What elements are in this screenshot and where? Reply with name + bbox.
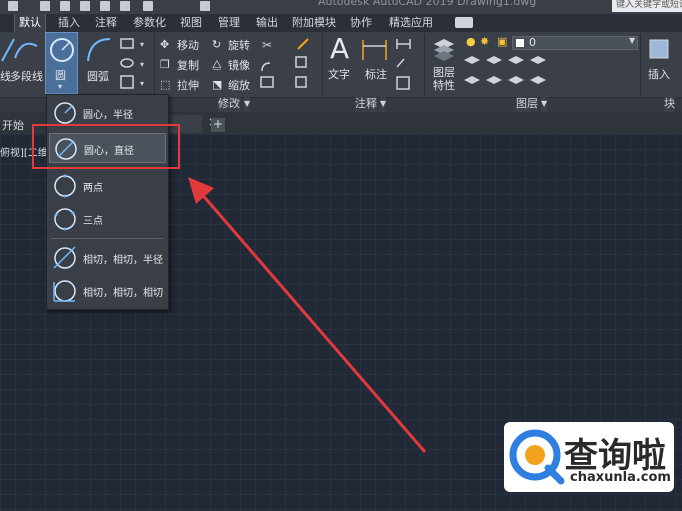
watermark-domain: chaxunla.com: [570, 470, 671, 485]
highlight-box: [32, 124, 180, 169]
watermark-logo: 查询啦 chaxunla.com: [504, 422, 674, 492]
magnifier-logo-icon: [509, 429, 565, 485]
pointer-arrow-head: [188, 177, 214, 204]
pointer-arrow-shaft: [198, 191, 427, 453]
